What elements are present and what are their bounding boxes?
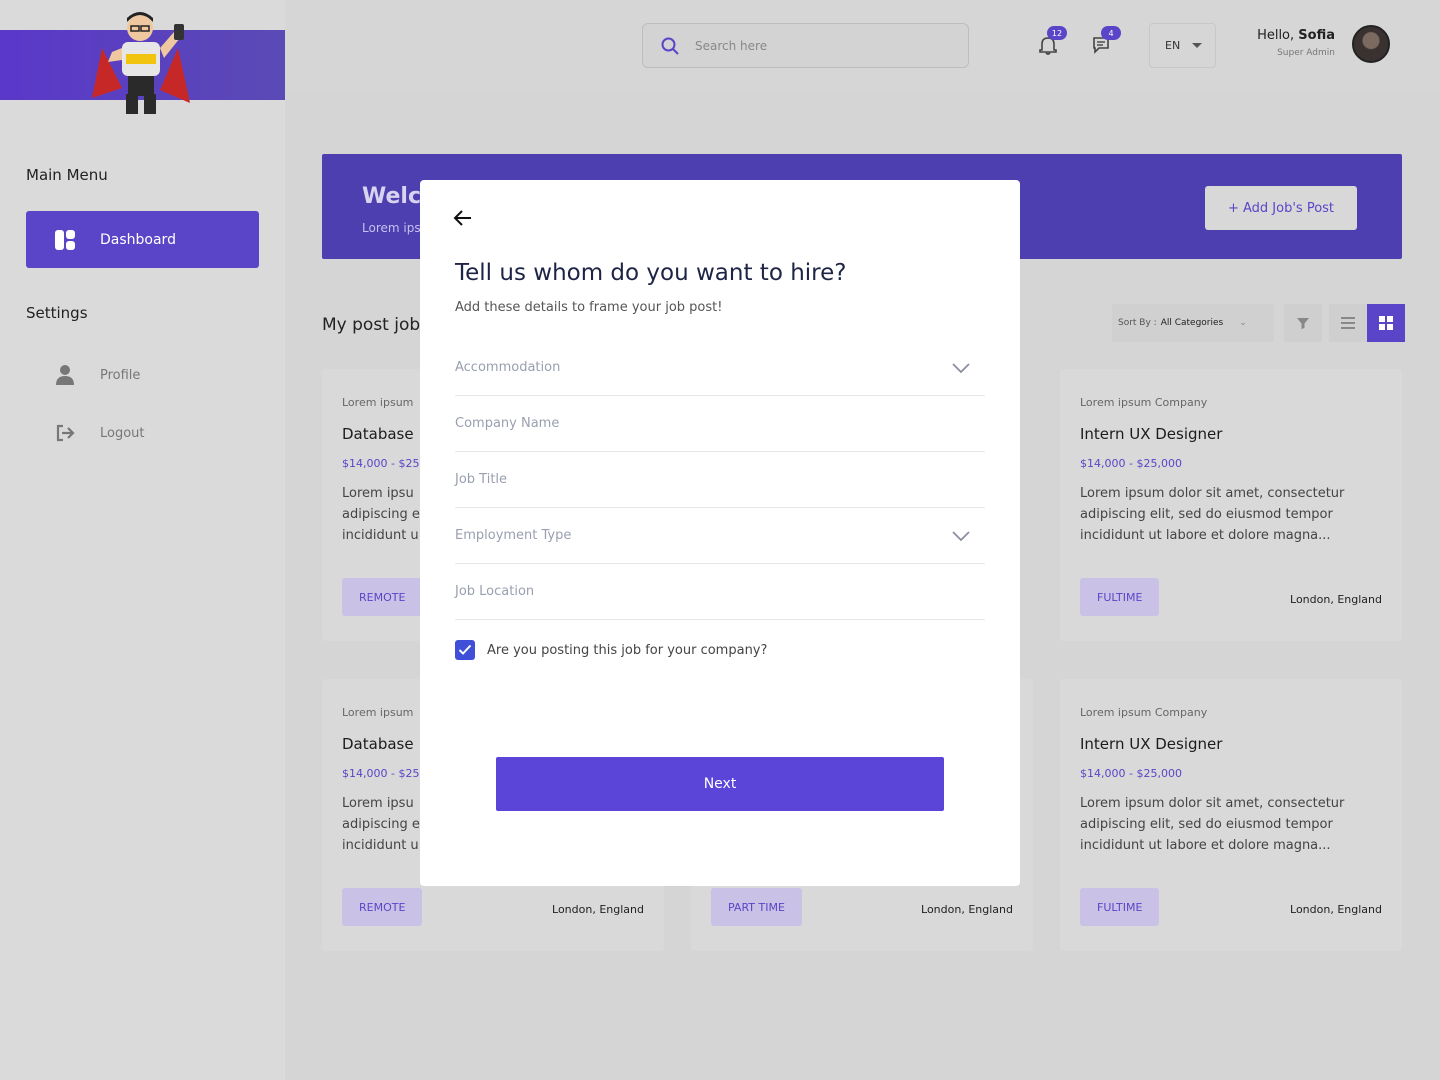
user-role: Super Admin	[1277, 48, 1335, 58]
sidebar-item-dashboard[interactable]: Dashboard	[26, 211, 259, 268]
next-button[interactable]: Next	[496, 757, 944, 811]
salary: $14,000 - $25,000	[1080, 767, 1182, 780]
job-description: Lorem ipsum dolor sit amet, consectetur …	[1080, 796, 1345, 853]
sidebar-item-label: Profile	[100, 367, 141, 383]
user-name: Sofia	[1298, 28, 1335, 43]
company-name: Lorem ipsum	[342, 706, 414, 719]
user-icon	[54, 364, 76, 386]
caret-down-icon	[1192, 43, 1203, 48]
messages-button[interactable]: 4	[1091, 26, 1121, 56]
banner-subtitle: Lorem ips	[362, 221, 421, 235]
main-menu-heading: Main Menu	[26, 166, 108, 184]
field-placeholder: Company Name	[455, 416, 560, 431]
job-role: Intern UX Designer	[1080, 425, 1223, 443]
job-role: Database	[342, 735, 414, 753]
company-post-checkbox-row[interactable]: Are you posting this job for your compan…	[455, 640, 767, 660]
search-bar[interactable]	[642, 23, 969, 68]
job-description: Lorem ipsu adipiscing e incididunt u	[342, 486, 420, 543]
field-placeholder: Accommodation	[455, 360, 561, 375]
job-location: London, England	[1290, 903, 1382, 916]
accommodation-select[interactable]: Accommodation	[455, 340, 985, 396]
job-type-tag: FULTIME	[1080, 578, 1160, 616]
grid-view-button[interactable]	[1367, 304, 1405, 342]
company-name: Lorem ipsum	[342, 396, 414, 409]
salary: $14,000 - $25	[342, 767, 420, 780]
chevron-down-icon	[951, 530, 971, 542]
modal-title: Tell us whom do you want to hire?	[455, 260, 847, 286]
settings-heading: Settings	[26, 304, 88, 322]
job-description: Lorem ipsu adipiscing e incididunt u	[342, 796, 420, 853]
search-icon	[661, 37, 679, 55]
chevron-down-icon	[951, 362, 971, 374]
chevron-down-icon: ⌄	[1239, 318, 1247, 328]
grid-icon	[1379, 316, 1393, 330]
section-title: My post job	[322, 315, 421, 335]
user-info[interactable]: Hello, Sofia Super Admin	[1235, 28, 1335, 58]
job-location: London, England	[921, 903, 1013, 916]
language-value: EN	[1165, 39, 1181, 52]
job-location: London, England	[552, 903, 644, 916]
notifications-button[interactable]: 12	[1037, 26, 1067, 56]
company-post-checkbox[interactable]	[455, 640, 475, 660]
sort-value: All Categories	[1160, 318, 1224, 328]
sort-label: Sort By :	[1118, 318, 1157, 328]
checkbox-label: Are you posting this job for your compan…	[487, 642, 768, 658]
job-card[interactable]: Lorem ipsum Company Intern UX Designer $…	[1060, 369, 1402, 641]
notifications-badge: 12	[1047, 26, 1067, 40]
logo[interactable]	[82, 8, 198, 120]
sidebar-item-profile[interactable]: Profile	[54, 364, 140, 386]
company-name: Lorem ipsum Company	[1080, 706, 1208, 719]
hire-modal: Tell us whom do you want to hire? Add th…	[420, 180, 1020, 886]
language-select[interactable]: EN	[1149, 23, 1216, 68]
job-type-tag: REMOTE	[342, 888, 423, 926]
banner-title: Welc	[362, 184, 421, 209]
salary: $14,000 - $25,000	[1080, 457, 1182, 470]
company-name-field[interactable]: Company Name	[455, 396, 985, 452]
sidebar-item-label: Logout	[100, 425, 145, 441]
modal-subtitle: Add these details to frame your job post…	[455, 300, 723, 315]
job-role: Intern UX Designer	[1080, 735, 1223, 753]
employment-type-select[interactable]: Employment Type	[455, 508, 985, 564]
job-type-tag: REMOTE	[342, 578, 423, 616]
sidebar-item-label: Dashboard	[100, 231, 176, 248]
job-role: Database	[342, 425, 414, 443]
sidebar: Main Menu Dashboard Settings Profile Log…	[0, 0, 285, 1080]
search-input[interactable]	[695, 38, 935, 53]
avatar[interactable]	[1352, 25, 1390, 63]
company-name: Lorem ipsum Company	[1080, 396, 1208, 409]
field-placeholder: Job Location	[455, 584, 535, 599]
arrow-left-icon	[453, 210, 471, 226]
list-icon	[1341, 317, 1355, 329]
job-title-field[interactable]: Job Title	[455, 452, 985, 508]
field-placeholder: Job Title	[455, 472, 508, 487]
logout-icon	[54, 422, 76, 444]
field-placeholder: Employment Type	[455, 528, 572, 543]
dashboard-icon	[54, 229, 76, 251]
job-type-tag: FULTIME	[1080, 888, 1160, 926]
top-header: 12 4 EN Hello, Sofia Super Admin	[285, 0, 1440, 92]
checkmark-icon	[458, 644, 472, 655]
messages-badge: 4	[1101, 26, 1121, 40]
back-button[interactable]	[453, 208, 473, 228]
salary: $14,000 - $25	[342, 457, 420, 470]
list-view-button[interactable]	[1329, 304, 1367, 342]
job-location: London, England	[1290, 593, 1382, 606]
sidebar-item-logout[interactable]: Logout	[54, 422, 145, 444]
filter-button[interactable]	[1284, 304, 1322, 342]
add-job-post-button[interactable]: + Add Job's Post	[1205, 186, 1357, 230]
job-type-tag: PART TIME	[711, 888, 802, 926]
job-location-field[interactable]: Job Location	[455, 564, 985, 620]
job-description: Lorem ipsum dolor sit amet, consectetur …	[1080, 486, 1345, 543]
greeting: Hello,	[1257, 28, 1295, 43]
sort-select[interactable]: Sort By : All Categories ⌄	[1112, 304, 1274, 342]
filter-icon	[1297, 318, 1309, 329]
job-card[interactable]: Lorem ipsum Company Intern UX Designer $…	[1060, 679, 1402, 951]
